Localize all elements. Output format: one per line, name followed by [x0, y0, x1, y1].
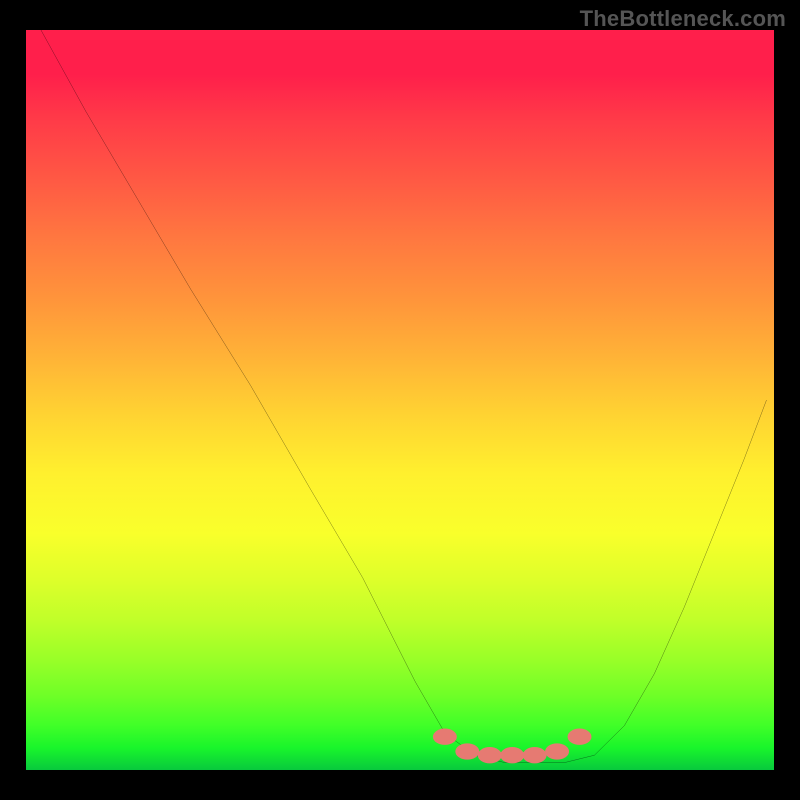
chart-svg: [26, 30, 774, 770]
bottleneck-curve: [41, 30, 767, 763]
chart-frame: TheBottleneck.com: [0, 0, 800, 800]
marker-dot: [478, 747, 502, 763]
plot-area: [26, 30, 774, 770]
optimal-range-markers: [433, 729, 592, 764]
marker-dot: [500, 747, 524, 763]
marker-dot: [433, 729, 457, 745]
marker-dot: [568, 729, 592, 745]
marker-dot: [523, 747, 547, 763]
marker-dot: [455, 743, 479, 759]
watermark-text: TheBottleneck.com: [580, 6, 786, 32]
marker-dot: [545, 743, 569, 759]
